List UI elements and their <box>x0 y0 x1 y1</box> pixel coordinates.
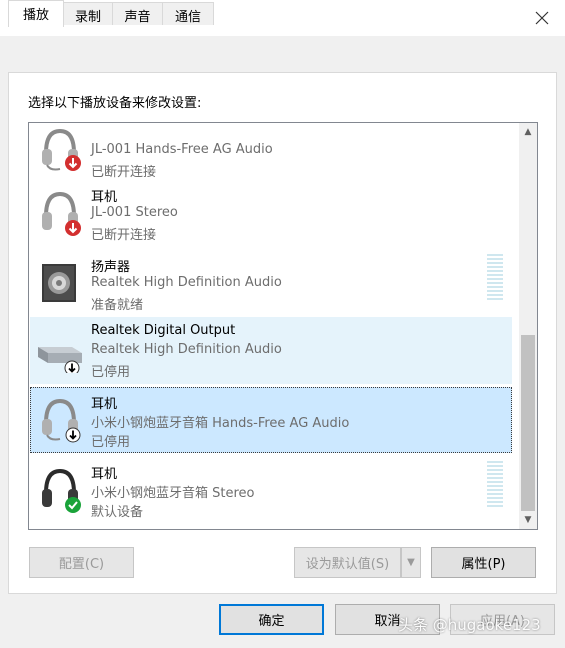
device-name: 耳机 <box>91 467 118 482</box>
digital-output-icon <box>38 347 82 373</box>
device-description: 小米小钢炮蓝牙音箱 Stereo <box>91 486 255 501</box>
tab-communications[interactable]: 通信 <box>162 2 214 25</box>
device-item[interactable]: Realtek Digital Output Realtek High Defi… <box>30 317 512 384</box>
device-name: Realtek Digital Output <box>91 323 236 338</box>
device-item[interactable]: JL-001 Hands-Free AG Audio 已断开连接 <box>30 123 512 183</box>
device-description: JL-001 Stereo <box>91 205 178 220</box>
scroll-down-button[interactable]: ▼ <box>519 511 537 529</box>
ok-button[interactable]: 确定 <box>219 604 324 635</box>
device-description: Realtek High Definition Audio <box>91 342 282 357</box>
device-list[interactable]: JL-001 Hands-Free AG Audio 已断开连接 耳机 JL-0… <box>28 122 538 530</box>
device-item[interactable]: 耳机 小米小钢炮蓝牙音箱 Hands-Free AG Audio 已停用 <box>30 387 512 453</box>
device-status: 已停用 <box>91 365 131 380</box>
device-status: 默认设备 <box>91 505 144 520</box>
device-status: 已断开连接 <box>91 165 157 180</box>
device-item[interactable]: 扬声器 Realtek High Definition Audio 准备就绪 <box>30 250 512 316</box>
headset-icon <box>42 398 81 443</box>
scroll-thumb[interactable] <box>521 335 535 511</box>
watermark: 头条 @hugaoke123 <box>398 616 541 634</box>
volume-meter <box>487 461 503 509</box>
headset-icon <box>42 128 81 171</box>
device-status: 已停用 <box>91 435 131 450</box>
device-item[interactable]: 耳机 JL-001 Stereo 已断开连接 <box>30 180 512 246</box>
device-status: 已断开连接 <box>91 228 157 243</box>
headphones-icon <box>42 191 81 236</box>
instruction-label: 选择以下播放设备来修改设置: <box>28 96 202 111</box>
tab-recording[interactable]: 录制 <box>63 2 113 25</box>
tab-playback[interactable]: 播放 <box>8 0 64 27</box>
device-name: 耳机 <box>91 190 118 205</box>
default-check-badge <box>65 497 81 513</box>
close-button[interactable] <box>525 2 559 34</box>
volume-meter <box>487 254 503 302</box>
device-description: 小米小钢炮蓝牙音箱 Hands-Free AG Audio <box>91 416 350 431</box>
device-name: 耳机 <box>91 397 118 412</box>
close-icon <box>535 11 549 25</box>
set-default-button[interactable]: 设为默认值(S) <box>294 547 401 578</box>
properties-button[interactable]: 属性(P) <box>431 547 536 578</box>
device-description: JL-001 Hands-Free AG Audio <box>91 142 273 157</box>
chevron-down-icon: ▼ <box>407 557 415 568</box>
device-description: Realtek High Definition Audio <box>91 275 282 290</box>
speaker-icon <box>42 264 76 302</box>
set-default-dropdown-button[interactable]: ▼ <box>401 547 421 578</box>
scroll-up-button[interactable]: ▲ <box>519 123 537 141</box>
device-name: 扬声器 <box>91 260 131 275</box>
headphones-icon <box>42 468 81 513</box>
device-status: 准备就绪 <box>91 298 144 313</box>
device-item[interactable]: 耳机 小米小钢炮蓝牙音箱 Stereo 默认设备 <box>30 457 512 523</box>
vertical-scrollbar[interactable]: ▲ ▼ <box>519 123 537 529</box>
configure-button[interactable]: 配置(C) <box>29 547 134 578</box>
tab-sounds[interactable]: 声音 <box>112 2 163 25</box>
